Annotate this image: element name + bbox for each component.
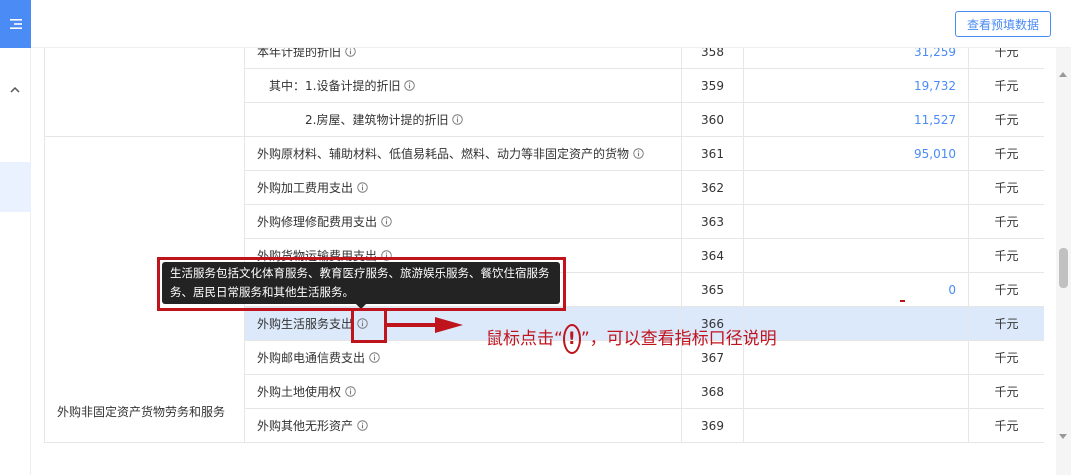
indicator-code-cell: 360 xyxy=(681,102,744,137)
tooltip-line-2: 务、居民日常服务和其他生活服务。 xyxy=(170,285,354,299)
view-prefilled-data-button[interactable]: 查看预填数据 xyxy=(955,11,1051,37)
indicator-unit-cell: 千元 xyxy=(968,136,1044,171)
indicator-value-cell[interactable] xyxy=(743,408,969,443)
vertical-scrollbar[interactable] xyxy=(1056,48,1071,475)
indicator-name: 外购原材料、辅助材料、低值易耗品、燃料、动力等非固定资产的货物 xyxy=(257,147,630,161)
top-bar xyxy=(31,0,1071,48)
annotation-text: 鼠标点击“! ”，可以查看指标口径说明 xyxy=(486,324,777,354)
app-window: 查看预填数据 本年计提的折旧 358 31,259 千元 其中：1.设备计提的折旧 359… xyxy=(0,0,1071,475)
indicator-value-cell[interactable]: 31,259 xyxy=(743,48,969,69)
indicator-name: 外购邮电通信费支出 xyxy=(257,351,366,365)
annotation-text-after: ”，可以查看指标口径说明 xyxy=(580,329,777,349)
indicator-unit-cell: 千元 xyxy=(968,272,1044,307)
indicator-code-cell: 363 xyxy=(681,204,744,239)
info-icon[interactable] xyxy=(452,114,464,125)
indicator-code-cell: 365 xyxy=(681,272,744,307)
indicator-name-cell: 外购加工费用支出 xyxy=(244,170,682,205)
indicator-code-cell: 361 xyxy=(681,136,744,171)
indicator-value-cell[interactable]: 11,527 xyxy=(743,102,969,137)
indicator-name: 本年计提的折旧 xyxy=(257,48,342,59)
annotation-arrow-head xyxy=(435,317,463,333)
table-row: 本年计提的折旧 358 31,259 千元 xyxy=(44,48,1044,137)
indicator-code-cell: 358 xyxy=(681,48,744,69)
indicator-code-cell: 364 xyxy=(681,238,744,273)
indicator-name-cell: 其中：1.设备计提的折旧 xyxy=(244,68,682,103)
indicator-name-cell: 外购土地使用权 xyxy=(244,374,682,409)
annotation-exclamation-mark: ! xyxy=(562,324,581,354)
indicator-unit-cell: 千元 xyxy=(968,408,1044,443)
indicator-name-cell: 2.房屋、建筑物计提的折旧 xyxy=(244,102,682,137)
category-cell-empty xyxy=(44,48,245,137)
indicator-unit-cell: 千元 xyxy=(968,204,1044,239)
scroll-up-arrow-icon[interactable] xyxy=(1059,72,1067,77)
category-label: 外购非固定资产货物劳务和服务 xyxy=(57,405,226,419)
tooltip-line-1: 生活服务包括文化体育服务、教育医疗服务、旅游娱乐服务、餐饮住宿服务 xyxy=(170,266,550,280)
info-icon[interactable] xyxy=(381,216,392,227)
indicator-unit-cell: 千元 xyxy=(968,238,1044,273)
table-row: 外购非固定资产货物劳务和服务 外购原材料、辅助材料、低值易耗品、燃料、动力等非固定… xyxy=(44,136,1044,443)
indicator-name: 外购其他无形资产 xyxy=(257,419,354,433)
indicator-value-cell[interactable]: 19,732 xyxy=(743,68,969,103)
menu-toggle-button[interactable] xyxy=(0,0,31,48)
indicator-name-cell: 外购修理修配费用支出 xyxy=(244,204,682,239)
sidebar xyxy=(0,0,31,475)
indicator-value-cell[interactable] xyxy=(743,374,969,409)
info-icon-highlight-box xyxy=(351,308,387,343)
indicator-unit-cell: 千元 xyxy=(968,102,1044,137)
indicator-name-cell: 本年计提的折旧 xyxy=(244,48,682,69)
indicator-code-cell: 369 xyxy=(681,408,744,443)
info-icon[interactable] xyxy=(345,48,356,57)
indicator-unit-cell: 千元 xyxy=(968,340,1044,375)
annotation-arrow-shaft xyxy=(387,323,437,327)
scroll-thumb[interactable] xyxy=(1059,248,1068,288)
indicator-tooltip: 生活服务包括文化体育服务、教育医疗服务、旅游娱乐服务、餐饮住宿服务 务、居民日常… xyxy=(162,262,560,304)
indicator-unit-cell: 千元 xyxy=(968,48,1044,69)
sidebar-active-item[interactable] xyxy=(0,162,31,212)
indicator-value-cell[interactable] xyxy=(743,340,969,375)
indicator-value-cell[interactable] xyxy=(743,238,969,273)
indicator-value-cell[interactable]: 0 xyxy=(743,272,969,307)
indicator-name: 外购加工费用支出 xyxy=(257,181,354,195)
indicator-name-cell: 外购其他无形资产 xyxy=(244,408,682,443)
indicator-unit-cell: 千元 xyxy=(968,374,1044,409)
red-cursor-mark xyxy=(900,300,905,302)
indicator-name: 外购生活服务支出 xyxy=(257,317,354,331)
info-icon[interactable] xyxy=(633,148,644,159)
indicator-name: 外购修理修配费用支出 xyxy=(257,215,378,229)
indicator-name: 外购土地使用权 xyxy=(257,385,342,399)
indicator-value-cell[interactable] xyxy=(743,170,969,205)
indicator-table: 本年计提的折旧 358 31,259 千元 其中：1.设备计提的折旧 359 19,732 千… xyxy=(44,48,1044,443)
indicator-code-cell: 362 xyxy=(681,170,744,205)
annotation-text-before: 鼠标点击“ xyxy=(486,329,563,349)
chevron-up-icon[interactable] xyxy=(8,84,22,96)
indicator-value-cell[interactable] xyxy=(743,306,969,341)
indicator-code-cell: 359 xyxy=(681,68,744,103)
indicator-name-cell: 外购原材料、辅助材料、低值易耗品、燃料、动力等非固定资产的货物 xyxy=(244,136,682,171)
indicator-value-cell[interactable]: 95,010 xyxy=(743,136,969,171)
indicator-code-cell: 368 xyxy=(681,374,744,409)
indicator-name: 2.房屋、建筑物计提的折旧 xyxy=(305,113,449,127)
indicator-unit-cell: 千元 xyxy=(968,306,1044,341)
info-icon[interactable] xyxy=(345,386,356,397)
scroll-down-arrow-icon[interactable] xyxy=(1059,434,1067,439)
indicator-value-cell[interactable] xyxy=(743,204,969,239)
menu-icon xyxy=(9,19,22,29)
info-icon[interactable] xyxy=(357,420,368,431)
indicator-unit-cell: 千元 xyxy=(968,170,1044,205)
info-icon[interactable] xyxy=(357,182,368,193)
indicator-name: 其中：1.设备计提的折旧 xyxy=(269,79,401,93)
info-icon[interactable] xyxy=(404,80,416,91)
info-icon[interactable] xyxy=(369,352,380,363)
indicator-unit-cell: 千元 xyxy=(968,68,1044,103)
